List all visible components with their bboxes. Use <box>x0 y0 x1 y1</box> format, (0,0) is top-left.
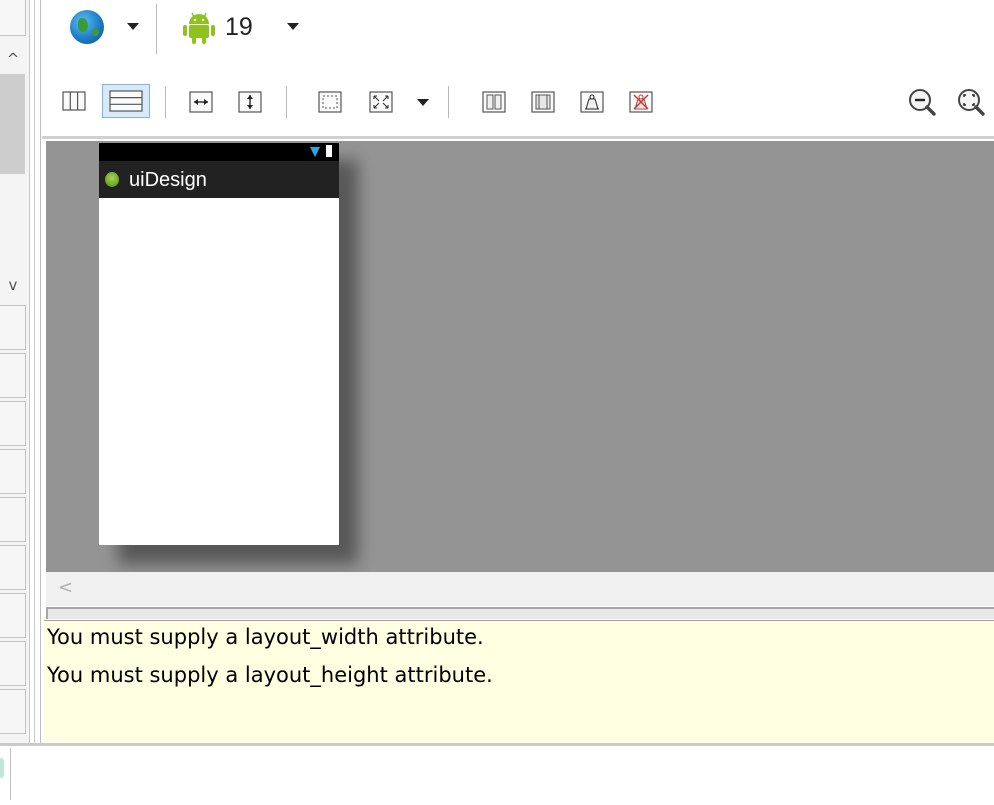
scroll-down-icon[interactable]: v <box>0 270 26 300</box>
chevron-down-icon[interactable] <box>127 23 139 30</box>
show-bounds-button[interactable] <box>314 84 344 118</box>
palette-cell[interactable] <box>0 0 26 36</box>
expand-icon <box>369 91 393 113</box>
api-level-label: 19 <box>225 13 253 41</box>
margins-icon <box>482 91 506 113</box>
action-bar: uiDesign <box>99 161 339 198</box>
globe-land <box>92 28 99 36</box>
globe-land <box>78 18 88 32</box>
columns-icon <box>62 91 86 111</box>
wifi-icon <box>310 147 320 157</box>
palette-cell[interactable] <box>0 305 26 350</box>
layout-editor: ^ v 19 uiDesign < You must supply a layo… <box>0 0 994 805</box>
weight-icon <box>580 91 604 113</box>
app-icon <box>105 172 119 187</box>
error-message: You must supply a layout_height attribut… <box>47 663 493 687</box>
vertical-arrows-icon <box>238 91 262 113</box>
chevron-down-icon[interactable] <box>417 99 429 106</box>
resize-button[interactable] <box>365 84 395 118</box>
scroll-track[interactable] <box>46 607 994 619</box>
palette-cell[interactable] <box>0 593 26 638</box>
palette-cell[interactable] <box>0 545 26 590</box>
palette-cell[interactable] <box>0 449 26 494</box>
baseline-button[interactable] <box>576 84 606 118</box>
palette-cell[interactable] <box>0 401 26 446</box>
layout-rows-button[interactable] <box>102 84 150 118</box>
status-bar <box>99 143 339 161</box>
bottom-separator <box>10 748 11 800</box>
layout-columns-button[interactable] <box>58 84 88 118</box>
palette-cell[interactable] <box>0 641 26 686</box>
palette-strip: ^ v <box>0 0 30 745</box>
padding-icon <box>531 91 555 113</box>
palette-cell[interactable] <box>0 689 26 734</box>
battery-icon <box>326 145 332 157</box>
error-panel: You must supply a layout_width attribute… <box>44 620 994 743</box>
device-preview[interactable]: uiDesign <box>99 143 339 545</box>
padding-button[interactable] <box>527 84 557 118</box>
toolbar-separator <box>156 4 157 54</box>
clear-button[interactable] <box>625 84 655 118</box>
fill-height-button[interactable] <box>234 84 264 118</box>
error-message: You must supply a layout_width attribute… <box>47 625 484 649</box>
panel-divider[interactable] <box>34 0 35 745</box>
toolbar-separator <box>448 86 449 118</box>
scroll-up-icon[interactable]: ^ <box>0 44 26 74</box>
clear-weight-icon <box>629 91 653 113</box>
palette-scroll-thumb[interactable] <box>0 74 25 174</box>
android-icon <box>183 12 215 44</box>
palette-cell[interactable] <box>0 353 26 398</box>
toolbar-divider <box>42 136 994 139</box>
scroll-left-icon[interactable]: < <box>58 577 73 598</box>
bottom-panel <box>0 746 994 805</box>
margins-button[interactable] <box>478 84 508 118</box>
status-badge <box>0 758 4 778</box>
toolbar-separator <box>165 86 166 118</box>
canvas-hscrollbar[interactable] <box>46 572 994 606</box>
zoom-fit-icon[interactable] <box>955 86 987 118</box>
dashed-rect-icon <box>318 91 342 113</box>
toolbar-separator <box>286 86 287 118</box>
zoom-out-icon[interactable] <box>906 86 938 118</box>
panel-divider <box>40 0 41 745</box>
rows-icon <box>109 90 143 112</box>
fill-width-button[interactable] <box>185 84 215 118</box>
chevron-down-icon[interactable] <box>287 23 299 30</box>
horizontal-arrows-icon <box>189 91 213 113</box>
app-title: uiDesign <box>129 169 207 191</box>
palette-cell[interactable] <box>0 497 26 542</box>
